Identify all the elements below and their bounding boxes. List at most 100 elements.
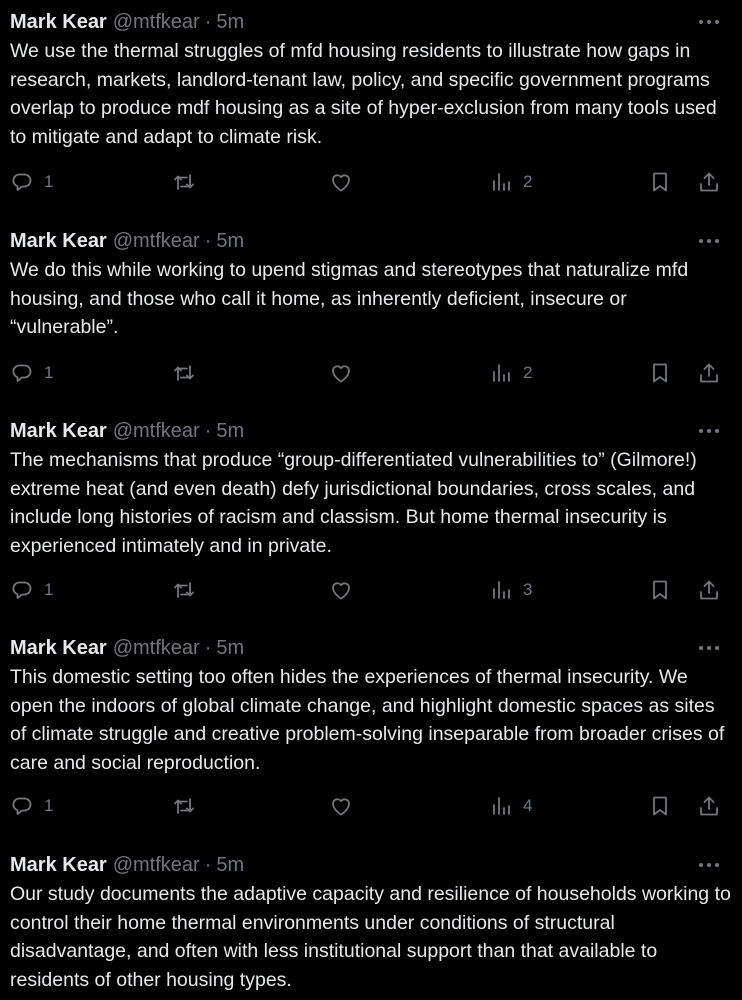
reply-icon bbox=[12, 581, 32, 599]
author-name[interactable]: Mark Kear bbox=[10, 635, 107, 661]
views-button[interactable]: 4 bbox=[489, 791, 532, 821]
more-horizontal-icon bbox=[699, 429, 719, 433]
author-handle[interactable]: @mtfkear bbox=[113, 635, 200, 661]
separator-dot: · bbox=[204, 420, 212, 442]
views-icon bbox=[493, 364, 510, 382]
author-handle[interactable]: @mtfkear bbox=[113, 852, 200, 878]
post-timestamp[interactable]: 5m bbox=[216, 418, 244, 444]
separator-dot: · bbox=[204, 230, 212, 252]
reply-icon bbox=[12, 364, 32, 382]
view-count: 3 bbox=[523, 580, 533, 599]
tweet-header: Mark Kear @mtfkear · 5m bbox=[10, 228, 244, 254]
reply-button[interactable]: 1 bbox=[10, 167, 53, 197]
reply-button[interactable]: 1 bbox=[10, 358, 53, 388]
heart-icon bbox=[332, 582, 350, 600]
like-button[interactable] bbox=[329, 167, 353, 197]
post-timestamp[interactable]: 5m bbox=[216, 9, 244, 35]
reply-count: 1 bbox=[44, 796, 54, 815]
share-button[interactable] bbox=[697, 575, 721, 605]
share-icon bbox=[700, 172, 718, 192]
view-count: 2 bbox=[523, 363, 533, 382]
more-horizontal-icon bbox=[699, 863, 719, 867]
more-horizontal-icon bbox=[699, 646, 719, 650]
share-button[interactable] bbox=[697, 791, 721, 821]
author-name[interactable]: Mark Kear bbox=[10, 852, 107, 878]
separator-dot: · bbox=[204, 11, 212, 33]
author-handle[interactable]: @mtfkear bbox=[113, 228, 200, 254]
bookmark-icon bbox=[653, 363, 667, 383]
share-icon bbox=[700, 363, 718, 383]
more-options-button[interactable] bbox=[696, 13, 722, 31]
reply-icon bbox=[12, 173, 32, 191]
reply-button[interactable]: 1 bbox=[10, 575, 53, 605]
share-button[interactable] bbox=[697, 358, 721, 388]
heart-icon bbox=[332, 365, 350, 383]
tweet-actions: 1 2 bbox=[0, 167, 742, 197]
reply-count: 1 bbox=[44, 580, 54, 599]
repost-icon bbox=[174, 365, 194, 381]
reply-icon bbox=[12, 797, 32, 815]
tweet-actions: 1 4 bbox=[0, 791, 742, 821]
views-button[interactable]: 2 bbox=[489, 358, 532, 388]
bookmark-button[interactable] bbox=[648, 358, 672, 388]
tweet-header: Mark Kear @mtfkear · 5m bbox=[10, 852, 244, 878]
repost-icon bbox=[174, 798, 194, 814]
more-options-button[interactable] bbox=[696, 232, 722, 250]
author-name[interactable]: Mark Kear bbox=[10, 9, 107, 35]
tweet-actions: 1 2 bbox=[0, 358, 742, 388]
tweet[interactable]: Mark Kear @mtfkear · 5m Our study docume… bbox=[0, 852, 742, 1000]
tweet[interactable]: Mark Kear @mtfkear · 5m We use the therm… bbox=[0, 9, 742, 199]
share-button[interactable] bbox=[697, 167, 721, 197]
author-handle[interactable]: @mtfkear bbox=[113, 418, 200, 444]
more-horizontal-icon bbox=[699, 239, 719, 243]
views-icon bbox=[493, 173, 510, 191]
tweet[interactable]: Mark Kear @mtfkear · 5m This domestic se… bbox=[0, 635, 742, 830]
bookmark-button[interactable] bbox=[648, 167, 672, 197]
tweet-text: We do this while working to upend stigma… bbox=[10, 259, 689, 338]
views-button[interactable]: 3 bbox=[489, 575, 532, 605]
tweet-header: Mark Kear @mtfkear · 5m bbox=[10, 9, 244, 35]
separator-dot: · bbox=[204, 854, 212, 876]
separator-dot: · bbox=[204, 637, 212, 659]
tweet-header: Mark Kear @mtfkear · 5m bbox=[10, 635, 244, 661]
bookmark-icon bbox=[653, 796, 667, 816]
repost-icon bbox=[174, 582, 194, 598]
tweet-header: Mark Kear @mtfkear · 5m bbox=[10, 418, 244, 444]
timeline-feed: Mark Kear @mtfkear · 5m We use the therm… bbox=[0, 0, 742, 1000]
repost-button[interactable] bbox=[172, 575, 196, 605]
like-button[interactable] bbox=[329, 791, 353, 821]
tweet-text: The mechanisms that produce “group-diffe… bbox=[10, 449, 697, 557]
heart-icon bbox=[332, 798, 350, 816]
tweet[interactable]: Mark Kear @mtfkear · 5m We do this while… bbox=[0, 228, 742, 398]
author-handle[interactable]: @mtfkear bbox=[113, 9, 200, 35]
more-options-button[interactable] bbox=[696, 422, 722, 440]
tweet-actions: 1 3 bbox=[0, 575, 742, 605]
views-button[interactable]: 2 bbox=[489, 167, 532, 197]
reply-count: 1 bbox=[44, 172, 54, 191]
post-timestamp[interactable]: 5m bbox=[216, 635, 244, 661]
tweet-text: This domestic setting too often hides th… bbox=[10, 666, 725, 774]
share-icon bbox=[700, 580, 718, 600]
bookmark-icon bbox=[653, 172, 667, 192]
author-name[interactable]: Mark Kear bbox=[10, 228, 107, 254]
tweet-text: We use the thermal struggles of mfd hous… bbox=[10, 40, 717, 148]
bookmark-button[interactable] bbox=[648, 791, 672, 821]
like-button[interactable] bbox=[329, 575, 353, 605]
reply-button[interactable]: 1 bbox=[10, 791, 53, 821]
share-icon bbox=[700, 796, 718, 816]
more-options-button[interactable] bbox=[696, 639, 722, 657]
repost-button[interactable] bbox=[172, 791, 196, 821]
tweet[interactable]: Mark Kear @mtfkear · 5m The mechanisms t… bbox=[0, 418, 742, 613]
repost-button[interactable] bbox=[172, 358, 196, 388]
more-horizontal-icon bbox=[699, 20, 719, 24]
bookmark-button[interactable] bbox=[648, 575, 672, 605]
more-options-button[interactable] bbox=[696, 856, 722, 874]
reply-count: 1 bbox=[44, 363, 54, 382]
author-name[interactable]: Mark Kear bbox=[10, 418, 107, 444]
like-button[interactable] bbox=[329, 358, 353, 388]
views-icon bbox=[493, 797, 510, 815]
repost-button[interactable] bbox=[172, 167, 196, 197]
view-count: 2 bbox=[523, 172, 533, 191]
post-timestamp[interactable]: 5m bbox=[216, 228, 244, 254]
post-timestamp[interactable]: 5m bbox=[216, 852, 244, 878]
